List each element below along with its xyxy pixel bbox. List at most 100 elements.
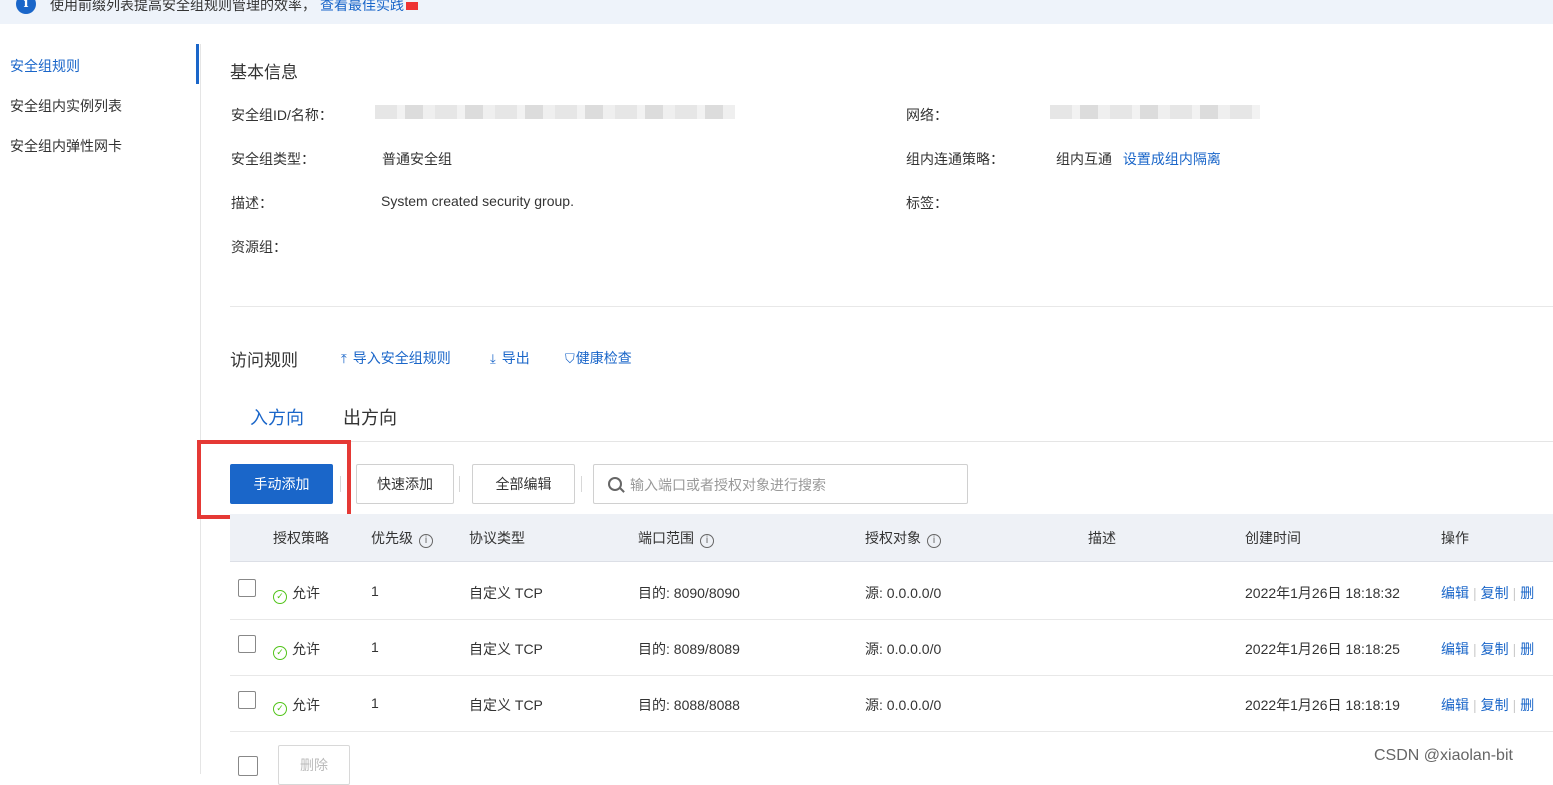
edit-link[interactable]: 编辑 <box>1441 585 1469 601</box>
pipe-separator: | <box>1512 585 1517 601</box>
header-target: 授权对象 i <box>865 528 941 548</box>
target-cell: 源: 0.0.0.0/0 <box>865 697 942 713</box>
policy-cell: ✓ 允许 <box>273 639 320 660</box>
download-icon: ⤓ <box>490 351 496 366</box>
info-icon[interactable]: i <box>927 534 941 548</box>
table-header: 授权策略 优先级 i 协议类型 端口范围 i 授权对象 i 描述 创建时间 操作 <box>230 514 1553 562</box>
operations-cell: 编辑 | 复制 | 删 <box>1441 639 1534 659</box>
export-button[interactable]: ⤓ 导出 <box>490 348 530 368</box>
search-box <box>593 464 968 504</box>
security-group-type-label: 安全组类型： <box>231 151 315 167</box>
info-icon: i <box>16 0 36 14</box>
select-all-checkbox[interactable] <box>238 756 258 776</box>
watermark: CSDN @xiaolan-bit <box>1374 747 1513 764</box>
protocol-cell: 自定义 TCP <box>469 585 543 601</box>
sidebar: 安全组规则 安全组内实例列表 安全组内弹性网卡 <box>0 44 201 774</box>
pipe-separator: | <box>1473 641 1477 657</box>
sidebar-item-instance-list[interactable]: 安全组内实例列表 <box>10 96 122 116</box>
separator <box>340 476 341 492</box>
pipe-separator: | <box>1512 697 1517 713</box>
copy-link[interactable]: 复制 <box>1481 641 1509 657</box>
section-divider <box>230 306 1553 307</box>
policy-cell: ✓ 允许 <box>273 695 320 716</box>
row-checkbox[interactable] <box>238 691 256 709</box>
highlight-annotation <box>197 440 351 519</box>
table-row: ✓ 允许 1 自定义 TCP 目的: 8090/8090 源: 0.0.0.0/0… <box>230 563 1553 620</box>
tab-inbound[interactable]: 入方向 <box>250 404 304 430</box>
protocol-cell: 自定义 TCP <box>469 641 543 657</box>
network-label: 网络： <box>906 107 948 123</box>
priority-cell: 1 <box>371 695 379 711</box>
resource-group-label: 资源组： <box>231 239 287 255</box>
description-value: System created security group. <box>381 193 574 209</box>
header-protocol: 协议类型 <box>469 530 525 546</box>
notice-text: 使用前缀列表提高安全组规则管理的效率， 查看最佳实践 <box>50 0 418 15</box>
copy-link[interactable]: 复制 <box>1481 697 1509 713</box>
sidebar-item-eni[interactable]: 安全组内弹性网卡 <box>10 136 122 156</box>
policy-cell: ✓ 允许 <box>273 583 320 604</box>
search-icon <box>608 477 622 491</box>
delete-link[interactable]: 删 <box>1520 641 1534 657</box>
health-check-button[interactable]: ⛉健康检查 <box>565 348 632 368</box>
edit-link[interactable]: 编辑 <box>1441 697 1469 713</box>
target-cell: 源: 0.0.0.0/0 <box>865 585 942 601</box>
sidebar-item-security-rules[interactable]: 安全组规则 <box>10 56 80 76</box>
pipe-separator: | <box>1473 697 1477 713</box>
created-cell: 2022年1月26日 18:18:19 <box>1245 697 1400 713</box>
batch-delete-button[interactable]: 删除 <box>278 745 350 785</box>
set-isolation-link[interactable]: 设置成组内隔离 <box>1123 151 1221 167</box>
policy-value: 允许 <box>292 585 320 601</box>
header-operations: 操作 <box>1441 530 1469 546</box>
copy-link[interactable]: 复制 <box>1481 585 1509 601</box>
separator <box>581 476 582 492</box>
info-icon[interactable]: i <box>700 534 714 548</box>
upload-icon: ⤒ <box>341 351 347 366</box>
edit-all-button[interactable]: 全部编辑 <box>472 464 575 504</box>
intra-group-policy-label: 组内连通策略： <box>906 151 1004 167</box>
port-cell: 目的: 8090/8090 <box>638 585 740 601</box>
intra-group-policy-value: 组内互通 设置成组内隔离 <box>1056 149 1221 169</box>
new-badge-icon <box>406 2 418 11</box>
quick-add-button[interactable]: 快速添加 <box>356 464 454 504</box>
intra-group-policy-text: 组内互通 <box>1056 151 1112 167</box>
header-priority: 优先级 i <box>371 528 433 548</box>
security-group-id-label: 安全组ID/名称： <box>231 107 333 123</box>
port-cell: 目的: 8088/8088 <box>638 697 740 713</box>
protocol-cell: 自定义 TCP <box>469 697 543 713</box>
port-cell: 目的: 8089/8089 <box>638 641 740 657</box>
check-circle-icon: ✓ <box>273 646 287 660</box>
policy-value: 允许 <box>292 697 320 713</box>
sidebar-active-indicator <box>196 44 199 84</box>
check-circle-icon: ✓ <box>273 590 287 604</box>
import-rules-button[interactable]: ⤒ 导入安全组规则 <box>341 348 451 368</box>
priority-cell: 1 <box>371 639 379 655</box>
notice-bar: i 使用前缀列表提高安全组规则管理的效率， 查看最佳实践 <box>0 0 1553 24</box>
security-group-id-redacted <box>375 105 735 119</box>
row-checkbox[interactable] <box>238 635 256 653</box>
table-row: ✓ 允许 1 自定义 TCP 目的: 8088/8088 源: 0.0.0.0/0… <box>230 675 1553 732</box>
export-label: 导出 <box>501 350 530 366</box>
policy-value: 允许 <box>292 641 320 657</box>
created-cell: 2022年1月26日 18:18:25 <box>1245 641 1400 657</box>
search-input[interactable] <box>628 473 952 497</box>
delete-link[interactable]: 删 <box>1520 697 1534 713</box>
pipe-separator: | <box>1473 585 1477 601</box>
tab-outbound[interactable]: 出方向 <box>343 404 397 430</box>
edit-link[interactable]: 编辑 <box>1441 641 1469 657</box>
header-port-label: 端口范围 <box>638 530 694 546</box>
network-redacted <box>1050 105 1260 119</box>
info-icon[interactable]: i <box>419 534 433 548</box>
operations-cell: 编辑 | 复制 | 删 <box>1441 695 1534 715</box>
best-practice-link[interactable]: 查看最佳实践 <box>320 0 404 13</box>
import-rules-label: 导入安全组规则 <box>352 350 451 366</box>
row-checkbox[interactable] <box>238 579 256 597</box>
operations-cell: 编辑 | 复制 | 删 <box>1441 583 1534 603</box>
delete-link[interactable]: 删 <box>1520 585 1534 601</box>
tags-label: 标签： <box>906 195 948 211</box>
check-circle-icon: ✓ <box>273 702 287 716</box>
access-rules-title: 访问规则 <box>230 351 298 370</box>
health-check-label: 健康检查 <box>575 350 632 366</box>
pipe-separator: | <box>1512 641 1517 657</box>
description-label: 描述： <box>231 195 273 211</box>
header-created: 创建时间 <box>1245 530 1301 546</box>
